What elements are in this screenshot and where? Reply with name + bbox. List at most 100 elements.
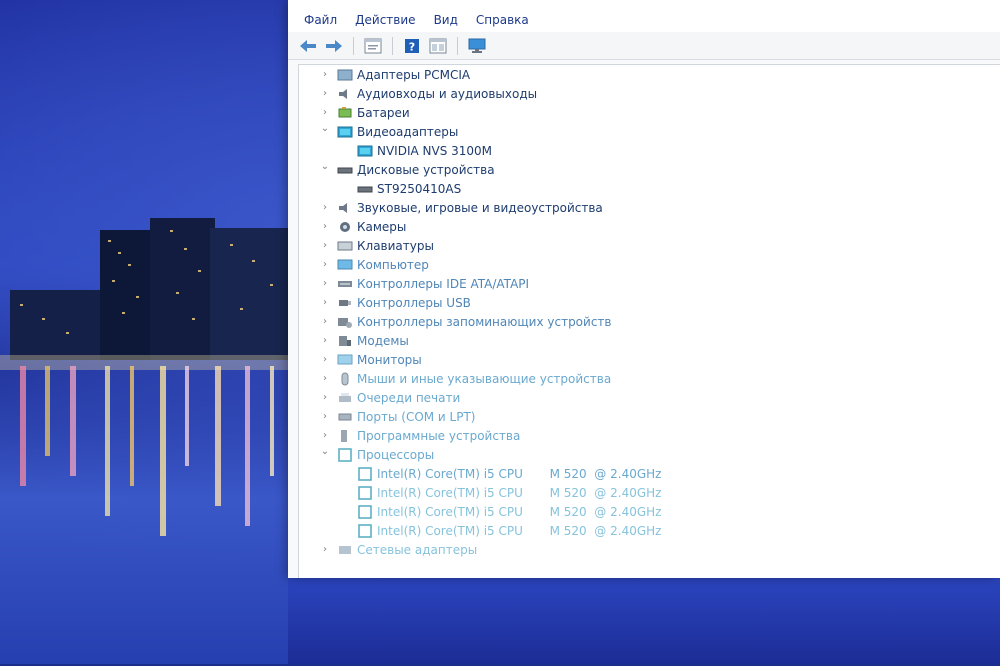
expand-arrow-icon[interactable]: ›	[319, 544, 331, 556]
tree-item[interactable]: Intel(R) Core(TM) i5 CPU M 520 @ 2.40GHz	[299, 483, 1000, 502]
tree-item-label: Камеры	[357, 219, 407, 234]
expand-arrow-icon[interactable]: ›	[319, 278, 331, 290]
menu-help[interactable]: Справка	[467, 8, 538, 32]
tree-item-label: Компьютер	[357, 257, 429, 272]
collapse-arrow-icon[interactable]: ⌄	[319, 161, 331, 173]
tree-item-label: Intel(R) Core(TM) i5 CPU M 520 @ 2.40GHz	[377, 485, 662, 500]
tree-item-label: Клавиатуры	[357, 238, 434, 253]
collapse-arrow-icon[interactable]: ⌄	[319, 123, 331, 135]
toolbar-separator	[392, 36, 393, 55]
desktop-bottom-strip	[288, 578, 1000, 664]
menu-file[interactable]: Файл	[288, 8, 346, 32]
tree-item-label: Адаптеры PCMCIA	[357, 67, 471, 82]
tree-item[interactable]: › Мониторы	[299, 350, 1000, 369]
expand-arrow-icon[interactable]: ›	[319, 430, 331, 442]
tree-item[interactable]: Intel(R) Core(TM) i5 CPU M 520 @ 2.40GHz	[299, 464, 1000, 483]
tree-item[interactable]: › Контроллеры USB	[299, 293, 1000, 312]
tree-item-label: Видеоадаптеры	[357, 124, 459, 139]
collapse-arrow-icon[interactable]: ⌄	[319, 446, 331, 458]
tree-item[interactable]: › Звуковые, игровые и видеоустройства	[299, 198, 1000, 217]
tree-item[interactable]: › Аудиовходы и аудиовыходы	[299, 84, 1000, 103]
disk-drive-icon	[357, 186, 373, 192]
tree-item[interactable]: › Контроллеры запоминающих устройств	[299, 312, 1000, 331]
tree-item-label: Порты (COM и LPT)	[357, 409, 476, 424]
tree-item[interactable]: Intel(R) Core(TM) i5 CPU M 520 @ 2.40GHz	[299, 521, 1000, 540]
tree-item-label: ST9250410AS	[377, 181, 462, 196]
tree-item[interactable]: › Контроллеры IDE ATA/ATAPI	[299, 274, 1000, 293]
forward-arrow-icon	[326, 39, 342, 52]
help-button[interactable]: ?	[402, 36, 422, 56]
city-skyline-image	[0, 218, 300, 370]
tree-item[interactable]: › Мыши и иные указывающие устройства	[299, 369, 1000, 388]
tree-item[interactable]: › Очереди печати	[299, 388, 1000, 407]
processor-icon	[358, 504, 372, 519]
expand-arrow-icon[interactable]: ›	[319, 411, 331, 423]
toolbar-separator	[457, 36, 458, 55]
tree-item[interactable]: Intel(R) Core(TM) i5 CPU M 520 @ 2.40GHz	[299, 502, 1000, 521]
forward-button[interactable]	[324, 36, 344, 56]
tree-item[interactable]: › Батареи	[299, 103, 1000, 122]
properties-icon	[364, 38, 382, 53]
expand-arrow-icon[interactable]: ›	[319, 202, 331, 214]
expand-arrow-icon[interactable]: ›	[319, 392, 331, 404]
display-adapter-icon	[337, 126, 353, 137]
tree-item[interactable]: › Компьютер	[299, 255, 1000, 274]
svg-text:?: ?	[409, 40, 415, 53]
tree-item-label: Сетевые адаптеры	[357, 542, 478, 557]
tree-item[interactable]: ⌄ Процессоры	[299, 445, 1000, 464]
tree-item-label: Intel(R) Core(TM) i5 CPU M 520 @ 2.40GHz	[377, 466, 662, 481]
processor-icon	[338, 447, 352, 462]
device-manager-window[interactable]: Файл Действие Вид Справка ? › Адаптеры PC…	[288, 0, 1000, 578]
expand-arrow-icon[interactable]: ›	[319, 297, 331, 309]
disk-drive-icon	[337, 167, 353, 173]
expand-arrow-icon[interactable]: ›	[319, 316, 331, 328]
processor-icon	[358, 485, 372, 500]
water-reflection-image	[20, 366, 274, 536]
tree-item[interactable]: › Адаптеры PCMCIA	[299, 65, 1000, 84]
view-icon	[429, 38, 447, 53]
expand-arrow-icon[interactable]: ›	[319, 240, 331, 252]
tree-item[interactable]: › Порты (COM и LPT)	[299, 407, 1000, 426]
printer-icon	[339, 392, 351, 402]
tree-item-label: Дисковые устройства	[357, 162, 495, 177]
expand-arrow-icon[interactable]: ›	[319, 107, 331, 119]
tree-item-label: Мониторы	[357, 352, 422, 367]
tree-item[interactable]: › Сетевые адаптеры	[299, 540, 1000, 559]
camera-icon	[340, 221, 350, 232]
tree-item-label: Звуковые, игровые и видеоустройства	[357, 200, 603, 215]
device-tree[interactable]: › Адаптеры PCMCIA › Аудиовходы и аудиовыход…	[298, 64, 1000, 578]
tree-item[interactable]: › Программные устройства	[299, 426, 1000, 445]
mouse-icon	[341, 372, 349, 385]
properties-button[interactable]	[363, 36, 383, 56]
expand-arrow-icon[interactable]: ›	[319, 335, 331, 347]
network-adapter-icon	[339, 545, 351, 554]
expand-arrow-icon[interactable]: ›	[319, 373, 331, 385]
tree-item[interactable]: › Клавиатуры	[299, 236, 1000, 255]
keyboard-icon	[337, 241, 353, 250]
tree-item-label: Процессоры	[357, 447, 435, 462]
expand-arrow-icon[interactable]: ›	[319, 88, 331, 100]
tree-item[interactable]: › Камеры	[299, 217, 1000, 236]
tree-item[interactable]: ST9250410AS	[299, 179, 1000, 198]
modem-icon	[339, 335, 351, 346]
help-icon: ?	[405, 38, 419, 53]
expand-arrow-icon[interactable]: ›	[319, 259, 331, 271]
tree-item-label: Очереди печати	[357, 390, 461, 405]
tree-item[interactable]: › Модемы	[299, 331, 1000, 350]
scan-hardware-button[interactable]	[467, 36, 487, 56]
pcmcia-icon	[337, 69, 353, 80]
expand-arrow-icon[interactable]: ›	[319, 354, 331, 366]
computer-icon	[337, 259, 353, 269]
expand-arrow-icon[interactable]: ›	[319, 221, 331, 233]
view-button[interactable]	[428, 36, 448, 56]
battery-icon	[338, 106, 352, 117]
menu-action[interactable]: Действие	[346, 8, 424, 32]
expand-arrow-icon[interactable]: ›	[319, 69, 331, 81]
tree-item[interactable]: NVIDIA NVS 3100M	[299, 141, 1000, 160]
back-button[interactable]	[298, 36, 318, 56]
tree-item[interactable]: ⌄ Дисковые устройства	[299, 160, 1000, 179]
menu-bar: Файл Действие Вид Справка	[288, 8, 1000, 32]
tree-item[interactable]: ⌄ Видеоадаптеры	[299, 122, 1000, 141]
menu-view[interactable]: Вид	[425, 8, 467, 32]
tree-item-label: NVIDIA NVS 3100M	[377, 143, 493, 158]
